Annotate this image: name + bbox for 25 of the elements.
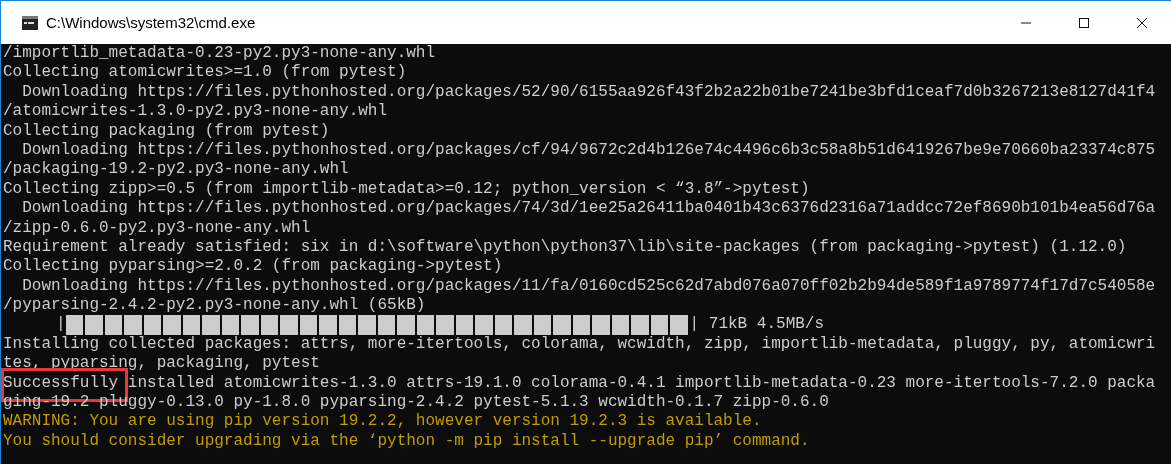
- console-line: Collecting zipp>=0.5 (from importlib-metadata>=0.12; python_version < “3.8”->pytest): [3, 179, 810, 200]
- console-line: Requirement already satisfied: six in d:\software\python\python37\lib\site-packages (from packaging->pytest) (1.12.0): [3, 237, 1127, 258]
- console-line: Downloading https://files.pythonhosted.org/packages/cf/94/9672c2d4b126e74c4496c6b3c58a8b51d6419267be9e70660ba23374c875: [21, 140, 1156, 161]
- close-icon: [1136, 16, 1148, 29]
- console-line: /importlib_metadata-0.23-py2.py3-none-any.whl: [3, 44, 436, 64]
- console-line: Collecting pyparsing>=2.0.2 (from packaging->pytest): [3, 257, 503, 277]
- console-line: WARNING: You are using pip version 19.2.2, however version 19.2.3 is available.: [3, 412, 762, 432]
- console-line: Collecting atomicwrites>=1.0 (from pytest): [3, 63, 407, 83]
- window-title: C:\Windows\system32\cmd.exe: [46, 14, 256, 31]
- console-line: /zipp-0.6.0-py2.py3-none-any.whl: [3, 218, 311, 238]
- console-line: /packaging-19.2-py2.py3-none-any.whl: [3, 160, 349, 180]
- console-line: Downloading https://files.pythonhosted.org/packages/52/90/6155aa926f43f2b2a22b01be7241be3bfd1ceaf7d0b3267213e8127d41f4: [21, 82, 1156, 103]
- progress-status: | 71kB 4.5MB/s: [689, 315, 825, 335]
- console-line: Downloading https://files.pythonhosted.org/packages/74/3d/1ee25a26411ba0401b43c6376d2316a71addcc72ef8690b101b4ea56d76a: [21, 199, 1156, 219]
- console-line: Installing collected packages: attrs, more-itertools, colorama, wcwidth, zipp, importlib-metadata, pluggy, py, atomicwri: [3, 334, 1156, 355]
- maximize-icon: [1078, 16, 1090, 29]
- console-line: Successfully installed atomicwrites-1.3.0 attrs-19.1.0 colorama-0.4.1 importlib-metadata-0.23 more-itertools-7.2.0 packa: [3, 373, 1156, 394]
- console-line: Downloading https://files.pythonhosted.org/packages/11/fa/0160cd525c62d7abd076a070ff02b2b94de589f1a9789774f17d7c54058e: [21, 276, 1156, 297]
- console-line: /atomicwrites-1.3.0-py2.py3-none-any.whl: [3, 102, 388, 122]
- progress-bar-edge: |: [56, 315, 66, 335]
- console-line: tes, pyparsing, packaging, pytest: [3, 354, 320, 374]
- console-line: You should consider upgrading via the ‘python -m pip install --upgrade pip’ command.: [3, 431, 810, 452]
- terminal-icon: [22, 15, 38, 30]
- console-line: /pyparsing-2.4.2-py2.py3-none-any.whl (65kB): [3, 296, 426, 316]
- console-line: Collecting packaging (from pytest): [3, 121, 330, 141]
